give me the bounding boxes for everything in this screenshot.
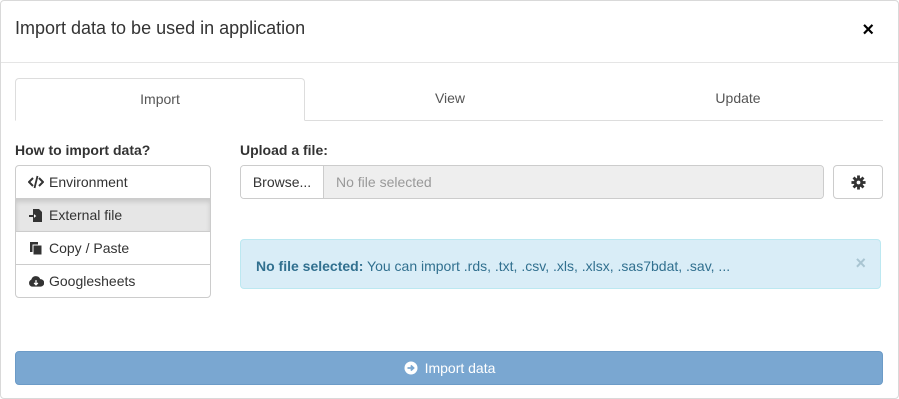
modal-title: Import data to be used in application — [15, 18, 306, 38]
arrow-circle-right-icon — [403, 360, 419, 376]
upload-heading: Upload a file: — [240, 142, 328, 158]
tab-update[interactable]: Update — [593, 78, 883, 119]
alert-close-button[interactable]: × — [855, 254, 866, 272]
import-data-button[interactable]: Import data — [15, 351, 883, 385]
list-item-copy-paste[interactable]: Copy / Paste — [16, 232, 210, 265]
gear-icon — [850, 174, 866, 190]
list-item-googlesheets[interactable]: Googlesheets — [16, 265, 210, 297]
info-alert: No file selected: You can import .rds, .… — [240, 239, 881, 289]
import-method-list: Environment External file Copy / Paste G… — [15, 165, 211, 298]
code-icon — [28, 174, 44, 190]
list-item-label: External file — [49, 207, 123, 223]
tab-bar: Import View Update — [15, 78, 883, 121]
settings-button[interactable] — [833, 165, 883, 199]
list-item-label: Environment — [49, 174, 128, 190]
tab-view[interactable]: View — [305, 78, 595, 119]
copy-icon — [28, 240, 44, 256]
cloud-download-icon — [28, 273, 44, 289]
import-modal: Import data to be used in application × … — [0, 0, 899, 399]
browse-button[interactable]: Browse... — [241, 166, 324, 198]
import-method-heading: How to import data? — [15, 142, 151, 158]
list-item-label: Copy / Paste — [49, 240, 130, 256]
import-data-label: Import data — [424, 360, 496, 376]
list-item-external-file[interactable]: External file — [16, 199, 210, 232]
alert-body-text: You can import .rds, .txt, .csv, .xls, .… — [363, 258, 731, 274]
alert-bold-text: No file selected: — [256, 258, 364, 274]
file-import-icon — [28, 207, 44, 223]
list-item-label: Googlesheets — [49, 273, 136, 289]
close-button[interactable]: × — [862, 20, 874, 40]
file-upload-input[interactable]: Browse... No file selected — [240, 165, 824, 199]
modal-header: Import data to be used in application × — [1, 1, 898, 63]
tab-import[interactable]: Import — [15, 78, 305, 121]
list-item-environment[interactable]: Environment — [16, 166, 210, 199]
selected-file-field: No file selected — [324, 166, 823, 198]
alert-message: No file selected: You can import .rds, .… — [256, 257, 730, 275]
